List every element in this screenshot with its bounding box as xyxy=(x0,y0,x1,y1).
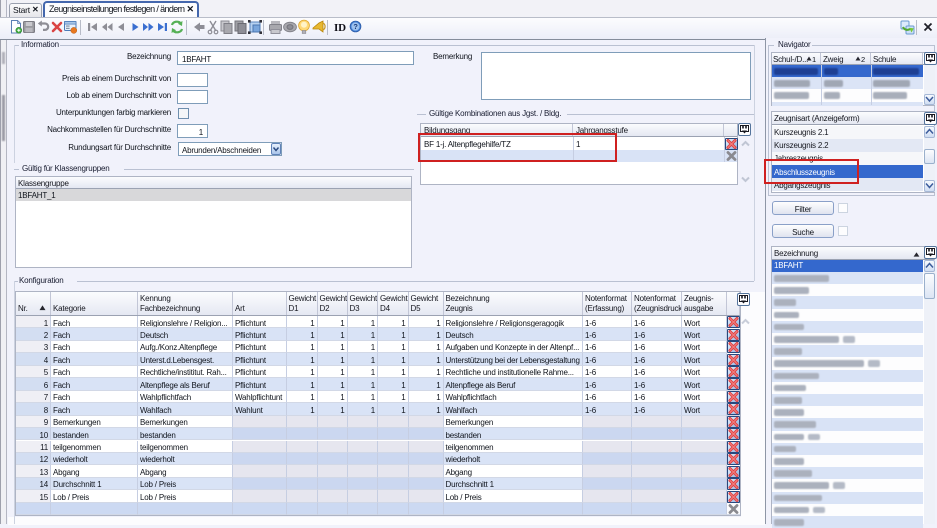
svg-text:?: ? xyxy=(353,22,358,31)
